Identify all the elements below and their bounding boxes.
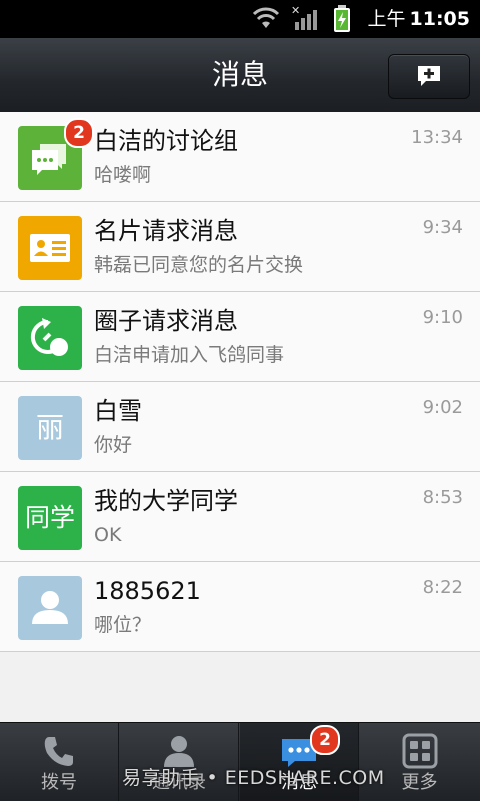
group-avatar: 同学 [18,486,82,550]
conversation-preview: 韩磊已同意您的名片交换 [94,254,304,276]
new-message-button[interactable] [388,54,470,99]
contact-avatar: 丽 [18,396,82,460]
conversation-name: 白雪 [94,397,142,425]
conversation-time: 9:34 [422,217,463,238]
status-bar: ✕ 上午 11:05 [0,0,480,38]
business-card-avatar [18,216,82,280]
compose-message-icon [418,66,440,86]
conversation-time: 8:22 [422,577,463,598]
conversation-preview: 你好 [94,434,133,456]
wifi-icon [252,7,280,28]
conversation-preview: OK [94,524,122,546]
conversation-preview: 哈喽啊 [94,164,152,186]
conversation-row[interactable]: 丽 白雪 你好 9:02 [0,382,480,472]
conversation-list: 2 白洁的讨论组 哈喽啊 13:34 名片请求消息 韩磊已同意您的名片交换 9:… [0,112,480,652]
conversation-preview: 白洁申请加入飞鸽同事 [94,344,285,366]
person-icon [32,591,68,624]
conversation-row[interactable]: 名片请求消息 韩磊已同意您的名片交换 9:34 [0,202,480,292]
conversation-row[interactable]: 圈子请求消息 白洁申请加入飞鸽同事 9:10 [0,292,480,382]
conversation-time: 13:34 [411,127,463,148]
conversation-time: 8:53 [422,487,463,508]
conversation-row[interactable]: 同学 我的大学同学 OK 8:53 [0,472,480,562]
avatar-text: 丽 [35,411,64,444]
conversation-name: 我的大学同学 [94,487,238,515]
circle-request-avatar [18,306,82,370]
tab-dial[interactable]: 拨号 [0,723,119,801]
svg-text:✕: ✕ [291,4,300,17]
conversation-name: 圈子请求消息 [94,307,238,335]
conversation-name: 名片请求消息 [94,217,238,245]
conversation-row[interactable]: 2 白洁的讨论组 哈喽啊 13:34 [0,112,480,202]
status-clock: 上午 11:05 [368,6,471,32]
conversation-time: 9:02 [422,397,463,418]
unread-badge: 2 [310,725,340,755]
conversation-name: 1885621 [94,577,201,605]
conversation-preview: 哪位？ [94,614,152,636]
avatar-text: 同学 [24,503,75,532]
conversation-time: 9:10 [422,307,463,328]
battery-charging-icon [334,5,350,32]
phone-icon [44,737,73,766]
tab-label: 拨号 [41,772,77,793]
conversation-row[interactable]: 1885621 哪位？ 8:22 [0,562,480,652]
title-bar: 消息 [0,38,480,113]
unread-badge: 2 [64,118,94,148]
group-chat-avatar: 2 [18,118,94,190]
circle-request-icon [30,318,68,356]
business-card-icon [30,234,70,262]
more-grid-icon [402,733,437,769]
watermark: 易享助手 • EEDSHARE.COM [122,767,385,789]
clock-time: 11:05 [409,8,470,30]
clock-prefix: 上午 [367,8,406,30]
signal-icon: ✕ [291,4,317,30]
conversation-name: 白洁的讨论组 [94,127,238,155]
contact-avatar [18,576,82,640]
contacts-icon [164,736,194,767]
